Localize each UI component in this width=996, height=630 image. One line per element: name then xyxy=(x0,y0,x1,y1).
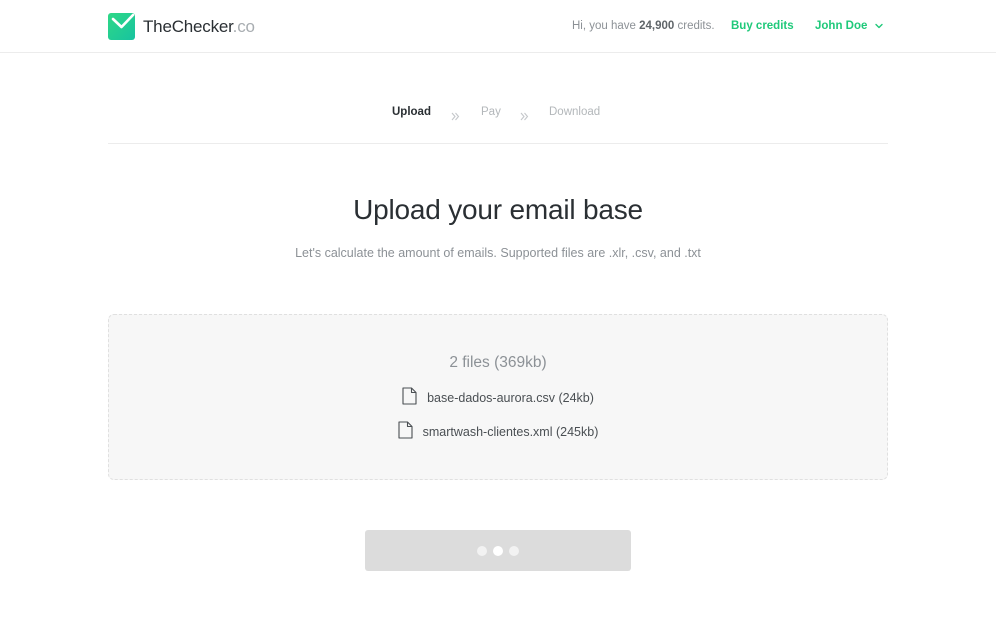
step-upload: Upload xyxy=(392,106,431,118)
chevron-down-icon xyxy=(875,20,884,32)
credits-balance: Hi, you have 24,900 credits. xyxy=(572,20,715,32)
file-icon xyxy=(402,387,417,408)
file-dropzone[interactable]: 2 files (369kb) base-dados-aurora.csv (2… xyxy=(108,314,888,480)
double-chevron-right-icon xyxy=(520,108,529,126)
page-subtitle: Let's calculate the amount of emails. Su… xyxy=(295,246,701,260)
loading-dot-icon xyxy=(493,545,503,556)
file-name: smartwash-clientes.xml xyxy=(422,424,553,439)
files-summary: 2 files (369kb) xyxy=(449,354,547,371)
double-chevron-right-icon xyxy=(451,108,460,126)
file-name: base-dados-aurora.csv xyxy=(427,390,555,405)
file-size: (24kb) xyxy=(558,390,594,405)
step-download: Download xyxy=(549,106,601,118)
loading-dot-icon xyxy=(477,545,487,556)
page-title: Upload your email base xyxy=(353,194,643,225)
file-icon xyxy=(398,421,413,442)
steps-divider xyxy=(108,143,888,144)
step-pay: Pay xyxy=(481,106,501,118)
file-item: smartwash-clientes.xml (245kb) xyxy=(109,421,887,442)
loading-dot-icon xyxy=(509,545,519,556)
logo[interactable]: TheChecker.co xyxy=(108,13,255,40)
buy-credits-link[interactable]: Buy credits xyxy=(731,20,794,32)
submit-button-loading[interactable] xyxy=(365,530,631,571)
user-menu[interactable]: John Doe xyxy=(815,20,884,32)
progress-steps: Upload Pay Download xyxy=(0,106,996,122)
file-size: (245kb) xyxy=(555,424,599,439)
logo-check-icon xyxy=(108,13,135,40)
file-item: base-dados-aurora.csv (24kb) xyxy=(109,387,887,408)
user-name: John Doe xyxy=(815,20,868,32)
top-header: TheChecker.co Hi, you have 24,900 credit… xyxy=(0,0,996,53)
logo-text: TheChecker.co xyxy=(143,16,255,36)
credits-amount: 24,900 xyxy=(639,20,675,32)
